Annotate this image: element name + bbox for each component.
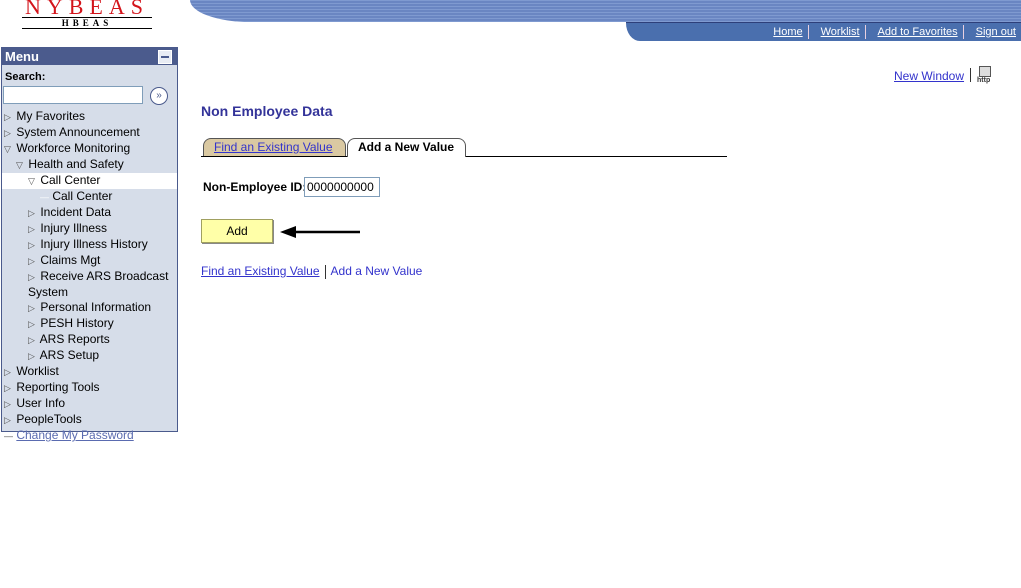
page-title: Non Employee Data <box>201 103 333 119</box>
menu-item[interactable]: ▷ Reporting Tools <box>2 380 177 396</box>
menu-item-label: Claims Mgt <box>40 253 101 267</box>
menu-item-label: Personal Information <box>40 300 152 314</box>
bottom-links: Find an Existing Value Add a New Value <box>201 264 422 279</box>
menu-item[interactable]: ▷ PESH History <box>2 316 177 332</box>
divider <box>324 264 326 279</box>
menu-item-label: User Info <box>16 396 66 410</box>
arrow-pointer-icon <box>280 226 360 238</box>
triangle-right-icon[interactable]: ▷ <box>4 110 13 125</box>
menu-item-label: Workforce Monitoring <box>16 141 131 155</box>
menu-item-label: ARS Setup <box>39 348 100 362</box>
triangle-right-icon[interactable]: ▷ <box>28 349 37 364</box>
triangle-right-icon[interactable]: ▷ <box>28 222 37 237</box>
http-icon[interactable]: http <box>977 66 991 84</box>
menu-item-label: Injury Illness <box>40 221 108 235</box>
menu-item[interactable]: — Change My Password <box>2 428 177 444</box>
menu-item[interactable]: ▷ System Announcement <box>2 125 177 141</box>
triangle-right-icon[interactable]: ▷ <box>28 206 37 221</box>
add-new-value-link[interactable]: Add a New Value <box>331 264 423 278</box>
menu-item-label: ARS Reports <box>39 332 110 346</box>
menu-item[interactable]: ▷ Claims Mgt <box>2 253 177 269</box>
triangle-down-icon[interactable]: ▽ <box>4 142 13 157</box>
add-to-favorites-link[interactable]: Add to Favorites <box>864 25 963 39</box>
search-label: Search: <box>5 71 46 83</box>
menu-item[interactable]: ▽ Workforce Monitoring <box>2 141 177 157</box>
triangle-right-icon[interactable]: ▷ <box>4 126 13 141</box>
menu-item-label: PeopleTools <box>16 412 82 426</box>
menu-item[interactable]: ▷ Receive ARS Broadcast System <box>2 269 173 300</box>
nybeas-logo: NYBEAS HBEAS <box>22 0 152 29</box>
menu-item[interactable]: ▷ Worklist <box>2 364 177 380</box>
divider <box>970 68 971 82</box>
menu-item[interactable]: ▷ Injury Illness <box>2 221 177 237</box>
menu-item[interactable]: ▷ Injury Illness History <box>2 237 177 253</box>
triangle-down-icon[interactable]: ▽ <box>28 174 37 189</box>
menu-header: Menu <box>2 48 177 65</box>
menu-item[interactable]: ▷ ARS Setup <box>2 348 177 364</box>
worklist-link[interactable]: Worklist <box>807 25 865 39</box>
header-banner <box>190 0 1021 22</box>
menu-item[interactable]: ▷ Incident Data <box>2 205 177 221</box>
triangle-down-icon[interactable]: ▽ <box>16 158 25 173</box>
dash-icon[interactable]: — <box>40 190 49 205</box>
triangle-right-icon[interactable]: ▷ <box>4 397 13 412</box>
menu-item-label: System Announcement <box>16 125 140 139</box>
menu-item[interactable]: ▽ Call Center <box>2 173 177 189</box>
triangle-right-icon[interactable]: ▷ <box>28 333 37 348</box>
triangle-right-icon[interactable]: ▷ <box>28 238 37 253</box>
menu-tree: ▷ My Favorites ▷ System Announcement ▽ Wor… <box>2 109 177 444</box>
menu-item-label: Health and Safety <box>28 157 124 171</box>
menu-item-label: Call Center <box>52 189 113 203</box>
menu-item-label: My Favorites <box>16 109 86 123</box>
triangle-right-icon[interactable]: ▷ <box>28 270 37 285</box>
minimize-icon[interactable] <box>158 50 172 64</box>
tab-bar: Find an Existing Value Add a New Value <box>201 138 727 157</box>
triangle-right-icon[interactable]: ▷ <box>4 365 13 380</box>
triangle-right-icon[interactable]: ▷ <box>28 254 37 269</box>
triangle-right-icon[interactable]: ▷ <box>4 381 13 396</box>
menu-item-label: Incident Data <box>40 205 112 219</box>
menu-item-label: Injury Illness History <box>40 237 148 251</box>
menu-item[interactable]: ▷ My Favorites <box>2 109 177 125</box>
triangle-right-icon[interactable]: ▷ <box>28 317 37 332</box>
dash-icon[interactable]: — <box>4 429 13 444</box>
menu-item[interactable]: ▷ PeopleTools <box>2 412 177 428</box>
menu-item[interactable]: ▷ ARS Reports <box>2 332 177 348</box>
non-employee-id-label: Non-Employee ID: <box>203 180 307 194</box>
menu-item[interactable]: ▷ Personal Information <box>2 300 177 316</box>
tab-find-existing-value[interactable]: Find an Existing Value <box>203 138 346 156</box>
menu-panel: Menu Search: » ▷ My Favorites ▷ System An… <box>1 47 178 442</box>
menu-item[interactable]: ▽ Health and Safety <box>2 157 177 173</box>
menu-item-label: Reporting Tools <box>16 380 100 394</box>
menu-item-label: Receive ARS Broadcast System <box>28 269 169 299</box>
triangle-right-icon[interactable]: ▷ <box>4 413 13 428</box>
menu-item-label: Call Center <box>40 173 101 187</box>
triangle-right-icon[interactable]: ▷ <box>28 301 37 316</box>
search-go-icon[interactable]: » <box>150 87 168 105</box>
non-employee-id-input[interactable] <box>304 177 380 197</box>
add-button[interactable]: Add <box>201 219 273 243</box>
menu-search-input[interactable] <box>3 86 143 104</box>
sign-out-link[interactable]: Sign out <box>962 25 1021 39</box>
home-link[interactable]: Home <box>761 25 807 39</box>
menu-item-label: Change My Password <box>16 428 134 442</box>
tab-add-new-value[interactable]: Add a New Value <box>347 138 466 157</box>
top-navigation: Home Worklist Add to Favorites Sign out <box>626 22 1021 41</box>
menu-item-label: Worklist <box>16 364 59 378</box>
menu-item[interactable]: — Call Center <box>2 189 177 205</box>
new-window-link[interactable]: New Window <box>894 69 964 83</box>
menu-item[interactable]: ▷ User Info <box>2 396 177 412</box>
menu-item-label: PESH History <box>40 316 114 330</box>
find-existing-value-link[interactable]: Find an Existing Value <box>201 264 320 278</box>
